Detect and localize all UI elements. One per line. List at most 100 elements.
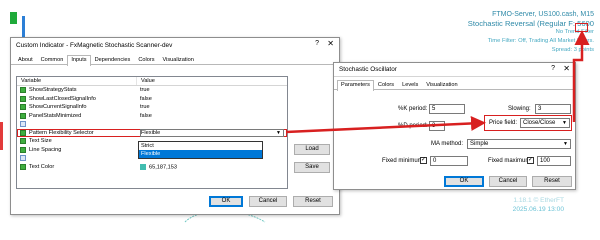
ok-button[interactable]: OK: [209, 196, 243, 207]
chart-candle: [22, 16, 25, 38]
chart-indicator-title: Stochastic Reversal (Regular F: 5600: [467, 19, 594, 28]
dropdown-value: Flexible: [141, 129, 161, 136]
table-row[interactable]: PanelStatsMinimized false: [17, 112, 287, 121]
column-header-value[interactable]: Value: [137, 77, 155, 85]
tab-colors[interactable]: Colors: [374, 80, 398, 90]
variable-name: ShowStrategyStats: [29, 87, 77, 94]
ma-method-value: Simple: [470, 141, 489, 147]
variable-name: Line Spacing: [29, 146, 62, 153]
color-swatch[interactable]: [140, 163, 146, 170]
tab-visualization[interactable]: Visualization: [422, 80, 461, 90]
bool-icon: [20, 95, 26, 102]
chart-time-filter: Time Filter: Off, Trading All Market Hou…: [487, 38, 594, 44]
help-button[interactable]: ?: [315, 40, 319, 47]
table-row[interactable]: ShowCurrentSignalInfo true: [17, 103, 287, 112]
variable-name: Text Color: [29, 163, 55, 170]
chevron-down-icon[interactable]: ▼: [562, 119, 567, 127]
slowing-input[interactable]: 3: [535, 104, 571, 114]
bool-icon: [20, 104, 26, 111]
variable-value[interactable]: false: [137, 96, 287, 102]
fixed-maximum-checkbox[interactable]: ✓: [527, 157, 534, 164]
dialog-titlebar: Custom Indicator - FxMagnetic Stochastic…: [11, 38, 339, 52]
chart-footer: 1.18.1 © EtherFT 2025.06.19 13:00: [513, 196, 564, 214]
pattern-flexibility-dropdown[interactable]: Flexible ▼: [140, 128, 284, 137]
dropdown-option[interactable]: Strict: [139, 142, 262, 150]
cancel-button[interactable]: Cancel: [489, 176, 527, 187]
reset-button[interactable]: Reset: [293, 196, 333, 207]
inputs-table: Variable Value ShowStrategyStats true Sh…: [16, 76, 288, 189]
fixed-minimum-checkbox[interactable]: ✓: [420, 157, 427, 164]
chevron-down-icon[interactable]: ▼: [276, 130, 281, 136]
tab-bar: Parameters Colors Levels Visualization: [334, 80, 575, 91]
stochastic-oscillator-dialog: Stochastic Oscillator ? ✕ Parameters Col…: [333, 62, 576, 190]
slowing-label: Slowing:: [508, 106, 531, 112]
table-row[interactable]: ShowStrategyStats true: [17, 86, 287, 95]
variable-value[interactable]: true: [137, 87, 287, 93]
price-field-value: Close/Close: [523, 120, 556, 126]
variable-value[interactable]: 65,187,153: [149, 164, 177, 170]
text-icon: [20, 155, 26, 162]
chart-candle: [10, 12, 17, 24]
variable-name: Pattern Flexibility Selector: [29, 129, 94, 136]
fixed-minimum-input[interactable]: 0: [430, 156, 468, 166]
tab-bar: About Common Inputs Dependencies Colors …: [11, 55, 339, 66]
int-icon: [20, 146, 26, 153]
chart-server-label: FTMO-Server, US100.cash, M15: [492, 11, 594, 18]
price-field-select[interactable]: Close/Close ▼: [520, 118, 570, 128]
ma-method-select[interactable]: Simple ▼: [467, 139, 571, 149]
variable-value[interactable]: false: [137, 113, 287, 119]
tab-about[interactable]: About: [14, 55, 37, 65]
tab-dependencies[interactable]: Dependencies: [91, 55, 135, 65]
dropdown-list: Strict Flexible: [138, 141, 263, 159]
table-row[interactable]: ShowLastClosedSignalInfo false: [17, 95, 287, 104]
d-period-label: %D period:: [398, 123, 428, 129]
chevron-down-icon[interactable]: ▼: [563, 140, 568, 148]
chart-trend-filter: No Trend Filter: [555, 29, 594, 35]
reset-button[interactable]: Reset: [532, 176, 572, 187]
ok-button[interactable]: OK: [444, 176, 484, 187]
tab-inputs[interactable]: Inputs: [67, 55, 91, 66]
dialog-title: Stochastic Oscillator: [339, 66, 397, 73]
text-icon: [20, 121, 26, 128]
table-row[interactable]: Text Color 65,187,153: [17, 163, 287, 172]
annotation-highlight: [575, 23, 588, 32]
close-icon[interactable]: ✕: [563, 64, 570, 73]
tab-levels[interactable]: Levels: [398, 80, 422, 90]
fixed-maximum-input[interactable]: 100: [537, 156, 571, 166]
d-period-input[interactable]: 3: [429, 121, 445, 131]
bool-icon: [20, 87, 26, 94]
table-row[interactable]: [17, 120, 287, 129]
color-icon: [20, 163, 26, 170]
annotation-bracket: [0, 122, 3, 150]
price-field-label: Price field:: [489, 120, 518, 126]
chart-spread: Spread: 3 points: [551, 47, 594, 53]
tab-visualization[interactable]: Visualization: [159, 55, 198, 65]
load-button[interactable]: Load: [294, 144, 330, 155]
enum-icon: [20, 129, 26, 136]
table-row-selected[interactable]: Pattern Flexibility Selector Flexible ▼: [17, 128, 287, 137]
tab-colors[interactable]: Colors: [134, 55, 158, 65]
dialog-titlebar: Stochastic Oscillator ? ✕: [334, 63, 575, 77]
cancel-button[interactable]: Cancel: [249, 196, 287, 207]
column-header-variable[interactable]: Variable: [17, 77, 137, 85]
fixed-minimum-label: Fixed minimum: [382, 158, 423, 164]
custom-indicator-dialog: Custom Indicator - FxMagnetic Stochastic…: [10, 37, 340, 215]
save-button[interactable]: Save: [294, 162, 330, 173]
bool-icon: [20, 112, 26, 119]
tab-common[interactable]: Common: [37, 55, 68, 65]
tab-parameters[interactable]: Parameters: [337, 80, 374, 91]
close-icon[interactable]: ✕: [327, 39, 334, 48]
variable-value[interactable]: true: [137, 104, 287, 110]
fixed-maximum-label: Fixed maximum: [488, 158, 531, 164]
variable-name: ShowLastClosedSignalInfo: [29, 95, 96, 102]
k-period-input[interactable]: 5: [429, 104, 465, 114]
chart-timestamp: 2025.06.19 13:00: [512, 206, 564, 213]
help-button[interactable]: ?: [551, 65, 555, 72]
chart-info-panel: FTMO-Server, US100.cash, M15 Stochastic …: [404, 10, 594, 55]
dialog-title: Custom Indicator - FxMagnetic Stochastic…: [16, 41, 173, 49]
variable-name: Text Size: [29, 138, 52, 145]
dropdown-option-selected[interactable]: Flexible: [139, 150, 262, 158]
ma-method-label: MA method:: [431, 141, 464, 147]
int-icon: [20, 138, 26, 145]
table-header: Variable Value: [17, 77, 287, 86]
